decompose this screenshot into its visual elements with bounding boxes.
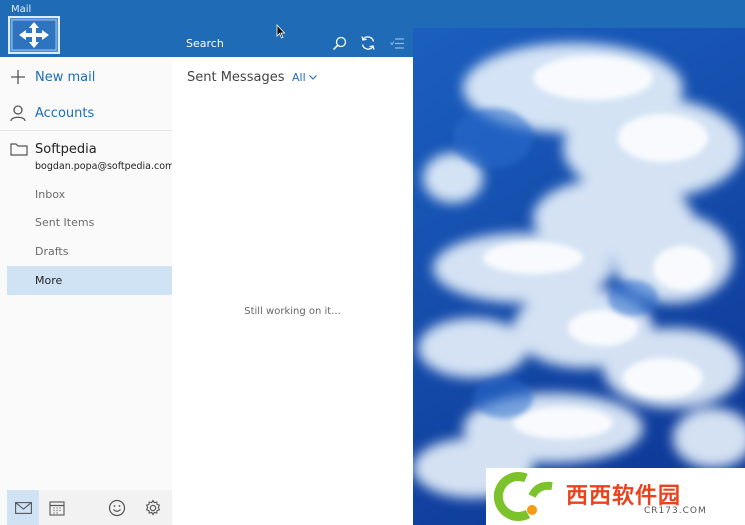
mail-button[interactable] <box>7 490 39 525</box>
filter-label: All <box>292 71 306 84</box>
gear-icon <box>145 498 161 516</box>
new-mail-label: New mail <box>35 69 96 85</box>
search-bar: Search <box>172 28 413 57</box>
watermark-cr-logo-icon <box>493 471 553 521</box>
sky-clouds-image <box>413 28 745 525</box>
watermark-domain: CR173.COM <box>644 506 707 516</box>
folder-sent-items[interactable]: Sent Items <box>7 208 172 237</box>
mouse-cursor-icon <box>276 24 286 39</box>
watermark-logo: 西西软件园 CR173.COM <box>486 468 745 525</box>
loading-status: Still working on it... <box>244 306 341 317</box>
sync-button[interactable] <box>359 34 377 52</box>
accounts-label: Accounts <box>35 105 95 121</box>
app-title: Mail <box>11 4 32 15</box>
filter-dropdown[interactable]: All <box>292 71 317 84</box>
select-mode-button[interactable] <box>388 34 406 52</box>
search-icon <box>332 36 346 50</box>
folder-more[interactable]: More <box>7 266 172 295</box>
reading-pane-background <box>413 28 745 525</box>
message-list-pane: Search Sent Messages All Still working o… <box>172 28 413 525</box>
search-input[interactable]: Search <box>186 37 224 50</box>
calendar-button[interactable] <box>41 490 73 525</box>
navigation-pane: New mail Accounts Softpedia bogdan.popa@… <box>0 28 175 525</box>
nav-bottom-bar <box>7 490 172 525</box>
plus-icon <box>11 70 25 84</box>
nav-divider <box>0 130 172 131</box>
move-arrows-icon[interactable] <box>8 16 60 54</box>
mail-app-window: Mail New mail Accounts Softpedia bogdan.… <box>0 0 745 525</box>
calendar-icon <box>49 500 65 516</box>
accounts-button[interactable]: Accounts <box>10 99 94 127</box>
folder-inbox[interactable]: Inbox <box>7 180 172 209</box>
folder-label: Drafts <box>35 245 69 258</box>
title-bar: Mail <box>0 0 745 28</box>
mail-icon <box>14 501 32 514</box>
folder-label: Sent Items <box>35 216 95 229</box>
account-email: bogdan.popa@softpedia.com <box>35 161 175 172</box>
folder-label: More <box>35 274 63 287</box>
person-icon <box>10 104 26 121</box>
search-button[interactable] <box>330 34 348 52</box>
select-list-icon <box>389 37 404 49</box>
chevron-down-icon <box>308 75 317 80</box>
folder-icon <box>10 143 28 156</box>
sync-icon <box>361 36 375 50</box>
folder-title: Sent Messages <box>187 70 285 85</box>
new-mail-button[interactable]: New mail <box>10 63 95 91</box>
smiley-icon <box>108 499 126 516</box>
folder-label: Inbox <box>35 188 66 201</box>
account-name: Softpedia <box>35 142 97 157</box>
folder-drafts[interactable]: Drafts <box>7 237 172 266</box>
feedback-button[interactable] <box>101 490 133 525</box>
settings-button[interactable] <box>137 490 169 525</box>
